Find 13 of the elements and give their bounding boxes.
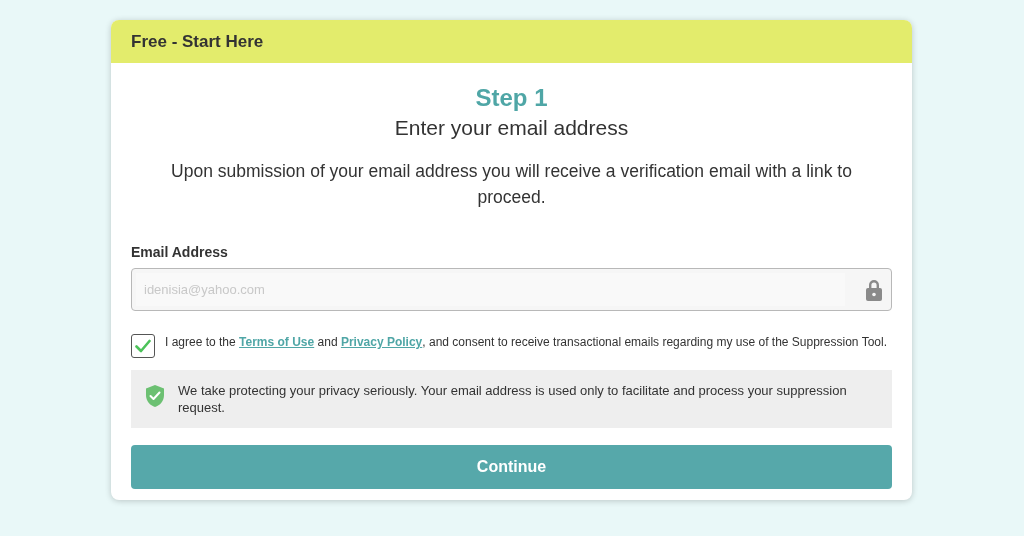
intro-text: Upon submission of your email address you will receive a verification email with a link to proceed. (170, 160, 853, 209)
field-label: Email Address (131, 244, 229, 260)
shield-check-icon (145, 384, 165, 408)
heading: Enter your email address (394, 115, 629, 141)
link[interactable]: Privacy Policy (340, 335, 423, 349)
notice-text: We take protecting your privacy seriously. Your email address is used only to facilitate and process your suppression request. (178, 382, 848, 416)
continue-button[interactable]: Continue (131, 445, 892, 489)
checkbox[interactable] (131, 334, 155, 358)
step-title: Step 1 (475, 83, 548, 113)
card-header: Free - Start Here (111, 20, 912, 63)
lock-icon (865, 277, 883, 302)
consent-text: I agree to the Terms of Use and Privacy Policy, and consent to receive transactional emails regarding my use of the Suppression Tool. (165, 335, 887, 349)
link[interactable]: Terms of Use (239, 335, 315, 349)
